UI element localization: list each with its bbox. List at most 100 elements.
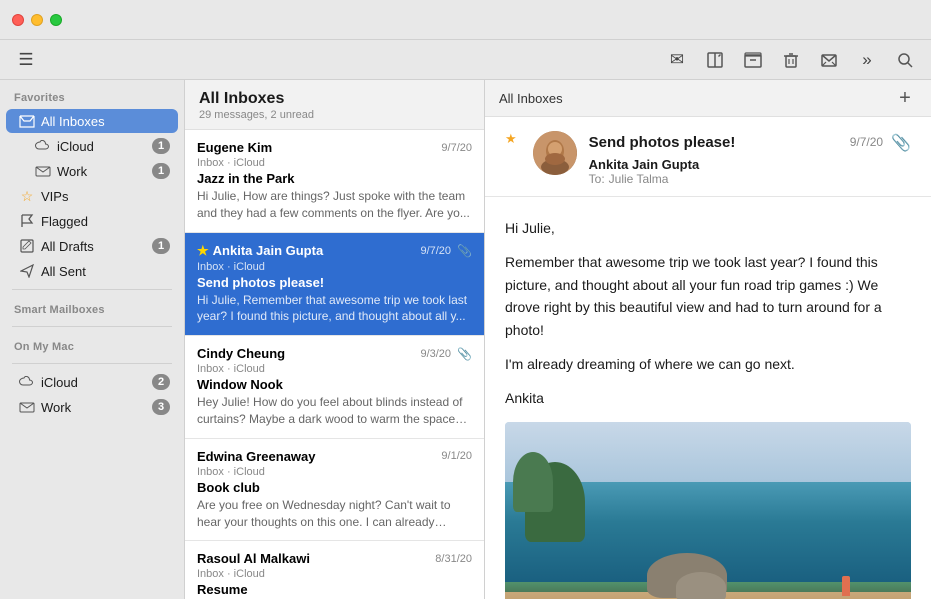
sidebar-item-flagged[interactable]: Flagged <box>6 209 178 233</box>
message-item-1[interactable]: Eugene Kim 9/7/20 Inbox · iCloud Jazz in… <box>185 130 484 233</box>
close-button[interactable] <box>12 14 24 26</box>
smart-mailboxes-header: Smart Mailboxes <box>0 296 184 320</box>
sidebar-item-icloud-section[interactable]: iCloud 2 <box>6 370 178 394</box>
top-toolbar: ☰ ✉ <box>0 40 931 80</box>
icloud-label: iCloud <box>57 139 152 154</box>
email-photo <box>505 422 911 599</box>
work-section-badge: 3 <box>152 399 170 415</box>
junk-icon[interactable] <box>817 48 841 72</box>
email-to-label: To: <box>589 172 605 186</box>
icloud-section-label: iCloud <box>41 375 152 390</box>
get-mail-icon[interactable]: ✉ <box>665 48 689 72</box>
sidebar-item-vips[interactable]: ☆ VIPs <box>6 184 178 208</box>
divider-2 <box>12 326 172 327</box>
email-to-line: To: Julie Talma <box>589 172 911 186</box>
panel-title: All Inboxes <box>199 90 470 108</box>
filter-icon[interactable]: ☰ <box>14 48 38 72</box>
flagged-icon <box>18 212 36 230</box>
add-mailbox-button[interactable]: + <box>893 86 917 110</box>
source-3: Inbox · iCloud <box>197 363 472 375</box>
icloud-section-icon <box>18 373 36 391</box>
email-subject-line: Send photos please! 9/7/20 📎 <box>589 131 911 153</box>
sidebar-item-all-sent[interactable]: All Sent <box>6 259 178 283</box>
work-badge: 1 <box>152 163 170 179</box>
source-2: Inbox · iCloud <box>197 261 472 273</box>
toolbar-right: ✉ <box>665 48 917 72</box>
date-5: 8/31/20 <box>435 553 472 565</box>
sidebar: Favorites All Inboxes iCloud 1 <box>0 80 185 599</box>
sidebar-item-work[interactable]: Work 1 <box>6 159 178 183</box>
sender-2: ★ Ankita Jain Gupta <box>197 243 323 259</box>
drafts-icon <box>18 237 36 255</box>
divider-1 <box>12 289 172 290</box>
divider-3 <box>12 363 172 364</box>
subject-2: Send photos please! <box>197 275 472 290</box>
subject-4: Book club <box>197 480 472 495</box>
flagged-label: Flagged <box>41 214 170 229</box>
maximize-button[interactable] <box>50 14 62 26</box>
reading-pane-topbar: All Inboxes + <box>485 80 931 117</box>
message-list: Eugene Kim 9/7/20 Inbox · iCloud Jazz in… <box>185 130 484 599</box>
traffic-lights <box>12 14 62 26</box>
date-3: 9/3/20 <box>420 348 451 360</box>
sidebar-item-icloud[interactable]: iCloud 1 <box>6 134 178 158</box>
avatar-image <box>533 131 577 175</box>
avatar <box>533 131 577 175</box>
icloud-icon <box>34 137 52 155</box>
delete-icon[interactable] <box>779 48 803 72</box>
all-drafts-label: All Drafts <box>41 239 152 254</box>
preview-3: Hey Julie! How do you feel about blinds … <box>197 394 472 428</box>
all-inboxes-icon <box>18 112 36 130</box>
archive-icon[interactable] <box>741 48 765 72</box>
all-inboxes-label: All Inboxes <box>41 114 170 129</box>
search-icon[interactable] <box>893 48 917 72</box>
attachment-icon-2: 📎 <box>457 244 472 258</box>
panel-subtitle: 29 messages, 2 unread <box>199 109 470 121</box>
sidebar-item-work-section[interactable]: Work 3 <box>6 395 178 419</box>
date-2: 9/7/20 <box>420 245 451 257</box>
email-subject: Send photos please! <box>589 134 736 151</box>
panel-header: All Inboxes 29 messages, 2 unread <box>185 80 484 130</box>
icloud-section-badge: 2 <box>152 374 170 390</box>
message-list-panel: All Inboxes 29 messages, 2 unread Eugene… <box>185 80 485 599</box>
body-greeting: Hi Julie, <box>505 217 911 239</box>
scene <box>505 422 911 599</box>
more-icon[interactable]: » <box>855 48 879 72</box>
message-item-4[interactable]: Edwina Greenaway 9/1/20 Inbox · iCloud B… <box>185 439 484 542</box>
source-1: Inbox · iCloud <box>197 157 472 169</box>
date-4: 9/1/20 <box>441 450 472 462</box>
icloud-badge: 1 <box>152 138 170 154</box>
all-drafts-badge: 1 <box>152 238 170 254</box>
email-body: Hi Julie, Remember that awesome trip we … <box>485 197 931 599</box>
sender-3: Cindy Cheung <box>197 346 285 361</box>
sender-1: Eugene Kim <box>197 140 272 155</box>
sidebar-item-all-drafts[interactable]: All Drafts 1 <box>6 234 178 258</box>
minimize-button[interactable] <box>31 14 43 26</box>
title-bar <box>0 0 931 40</box>
message-item-5[interactable]: Rasoul Al Malkawi 8/31/20 Inbox · iCloud… <box>185 541 484 599</box>
email-header: ★ Send photos please! <box>485 117 931 197</box>
preview-4: Are you free on Wednesday night? Can't w… <box>197 497 472 531</box>
main-layout: Favorites All Inboxes iCloud 1 <box>0 80 931 599</box>
subject-5: Resume <box>197 582 472 597</box>
sidebar-item-all-inboxes[interactable]: All Inboxes <box>6 109 178 133</box>
all-sent-label: All Sent <box>41 264 170 279</box>
favorites-header: Favorites <box>0 84 184 108</box>
attachment-icon-3: 📎 <box>457 347 472 361</box>
reading-pane: All Inboxes + ★ <box>485 80 931 599</box>
email-star-icon[interactable]: ★ <box>505 131 517 146</box>
subject-1: Jazz in the Park <box>197 171 472 186</box>
work-label: Work <box>57 164 152 179</box>
all-sent-icon <box>18 262 36 280</box>
message-item-2[interactable]: ★ Ankita Jain Gupta 9/7/20 📎 Inbox · iCl… <box>185 233 484 337</box>
subject-3: Window Nook <box>197 377 472 392</box>
email-attachment-icon: 📎 <box>891 133 911 153</box>
compose-icon[interactable] <box>703 48 727 72</box>
body-closing-1: I'm already dreaming of where we can go … <box>505 353 911 375</box>
scene-person <box>842 576 850 596</box>
on-my-mac-header: On My Mac <box>0 333 184 357</box>
message-item-3[interactable]: Cindy Cheung 9/3/20 📎 Inbox · iCloud Win… <box>185 336 484 439</box>
email-date: 9/7/20 <box>850 135 883 149</box>
source-5: Inbox · iCloud <box>197 568 472 580</box>
sender-4: Edwina Greenaway <box>197 449 316 464</box>
